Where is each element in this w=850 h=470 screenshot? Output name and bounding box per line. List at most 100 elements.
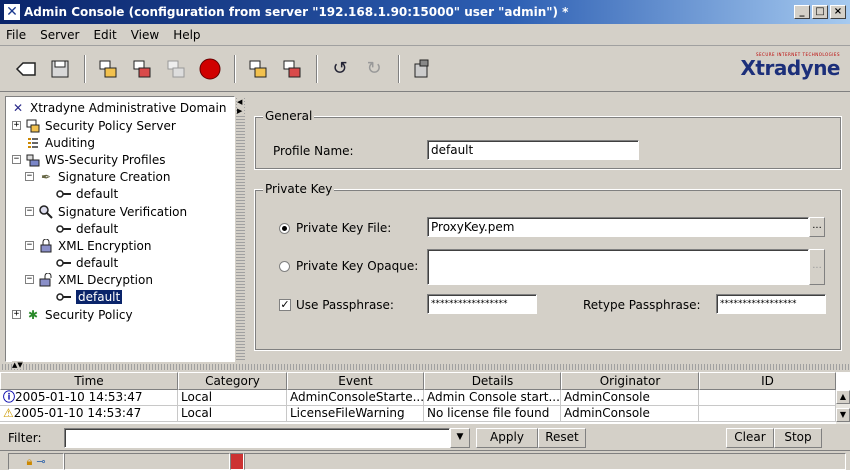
undeploy-icon[interactable] bbox=[280, 57, 304, 81]
cell-event: LicenseFileWarning bbox=[287, 406, 424, 422]
xtradyne-logo: Xtradyne bbox=[740, 56, 841, 80]
column-header-category[interactable]: Category bbox=[178, 372, 287, 390]
menu-help[interactable]: Help bbox=[173, 28, 200, 42]
tree-item-security-policy-server[interactable]: + Security Policy Server bbox=[12, 117, 176, 134]
column-header-id[interactable]: ID bbox=[699, 372, 836, 390]
private-key-file-label: Private Key File: bbox=[296, 221, 392, 235]
column-header-originator[interactable]: Originator bbox=[561, 372, 699, 390]
collapse-icon[interactable]: − bbox=[25, 241, 34, 250]
title-bar: ✕ Admin Console (configuration from serv… bbox=[0, 0, 850, 24]
close-button[interactable]: × bbox=[830, 5, 846, 19]
tree-item-signature-verification[interactable]: − Signature Verification bbox=[25, 203, 187, 220]
cell-id bbox=[699, 406, 836, 422]
menu-file[interactable]: File bbox=[6, 28, 26, 42]
copy-server-icon[interactable] bbox=[130, 57, 154, 81]
cell-category: Local bbox=[178, 390, 287, 406]
collapse-icon[interactable]: − bbox=[25, 275, 34, 284]
collapse-icon[interactable]: − bbox=[12, 155, 21, 164]
disabled-server-icon[interactable] bbox=[164, 57, 188, 81]
tree-item-default[interactable]: default bbox=[56, 185, 118, 202]
config-tree: ✕ Xtradyne Administrative Domain + Secur… bbox=[5, 96, 235, 362]
tree-root[interactable]: ✕ Xtradyne Administrative Domain bbox=[10, 99, 227, 116]
maximize-button[interactable]: □ bbox=[812, 5, 828, 19]
cell-category: Local bbox=[178, 406, 287, 422]
reset-button[interactable]: Reset bbox=[538, 428, 586, 448]
collapse-left-icon[interactable]: ◀ bbox=[237, 98, 244, 106]
tree-item-auditing[interactable]: Auditing bbox=[25, 134, 95, 151]
cell-event: AdminConsoleStarte... bbox=[287, 390, 424, 406]
tree-item-xml-decryption[interactable]: − XML Decryption bbox=[25, 271, 153, 288]
connect-server-icon[interactable] bbox=[96, 57, 120, 81]
browse-opaque-button[interactable]: ... bbox=[809, 249, 825, 285]
profile-editor: General Profile Name: default Private Ke… bbox=[246, 96, 846, 362]
column-header-time[interactable]: Time bbox=[0, 372, 178, 390]
menu-server[interactable]: Server bbox=[40, 28, 79, 42]
browse-file-button[interactable]: ... bbox=[809, 217, 825, 237]
cell-time: ⚠2005-01-10 14:53:47 bbox=[0, 406, 178, 422]
log-scrollbar[interactable]: ▲ ▼ bbox=[836, 390, 850, 424]
tree-item-default[interactable]: default bbox=[56, 220, 118, 237]
collapse-icon[interactable]: − bbox=[25, 207, 34, 216]
column-header-event[interactable]: Event bbox=[287, 372, 424, 390]
redo-icon[interactable]: ↻ bbox=[362, 57, 386, 81]
app-icon: ✕ bbox=[4, 4, 20, 20]
cell-time: ⓘ2005-01-10 14:53:47 bbox=[0, 390, 178, 406]
lock-status-icon: 🔒︎ bbox=[26, 454, 33, 468]
column-header-details[interactable]: Details bbox=[424, 372, 561, 390]
retype-passphrase-label: Retype Passphrase: bbox=[583, 298, 701, 312]
menu-view[interactable]: View bbox=[131, 28, 159, 42]
tool-icon[interactable] bbox=[410, 57, 434, 81]
filter-dropdown-icon[interactable]: ▼ bbox=[450, 428, 470, 448]
toolbar-separator bbox=[316, 54, 318, 83]
expand-icon[interactable]: + bbox=[12, 310, 21, 319]
pen-icon: ✒ bbox=[40, 169, 52, 184]
collapse-icon[interactable]: − bbox=[25, 172, 34, 181]
cell-originator: AdminConsole bbox=[561, 406, 699, 422]
toolbar-separator bbox=[234, 54, 236, 83]
window-title: Admin Console (configuration from server… bbox=[24, 5, 569, 19]
passphrase-field[interactable]: ***************** bbox=[427, 294, 537, 314]
status-server-icon bbox=[230, 453, 244, 470]
expand-icon[interactable]: + bbox=[12, 121, 21, 130]
filter-input[interactable] bbox=[64, 428, 450, 448]
back-icon[interactable] bbox=[14, 57, 38, 81]
tree-item-signature-creation[interactable]: − ✒ Signature Creation bbox=[25, 168, 170, 185]
undo-icon[interactable]: ↺ bbox=[328, 57, 352, 81]
tree-item-ws-security-profiles[interactable]: − WS-Security Profiles bbox=[12, 151, 165, 168]
key-icon bbox=[56, 290, 72, 304]
tree-item-xml-encryption[interactable]: − XML Encryption bbox=[25, 237, 152, 254]
status-connection: 🔒︎ ⊸ bbox=[8, 453, 64, 470]
status-bar: 🔒︎ ⊸ bbox=[0, 450, 850, 470]
tree-item-security-policy[interactable]: + ✱ Security Policy bbox=[12, 306, 133, 323]
scroll-down-icon[interactable]: ▼ bbox=[836, 408, 850, 422]
stop-button[interactable]: Stop bbox=[774, 428, 822, 448]
menu-edit[interactable]: Edit bbox=[93, 28, 116, 42]
profile-name-label: Profile Name: bbox=[273, 144, 354, 158]
private-key-file-radio[interactable] bbox=[279, 223, 290, 234]
general-group-title: General bbox=[263, 109, 315, 123]
tree-item-default-selected[interactable]: default bbox=[56, 288, 123, 305]
vertical-splitter[interactable]: ◀ ▶ bbox=[236, 96, 245, 362]
clear-button[interactable]: Clear bbox=[726, 428, 774, 448]
deploy-icon[interactable] bbox=[246, 57, 270, 81]
use-passphrase-checkbox[interactable]: ✓ bbox=[279, 299, 291, 311]
expand-right-icon[interactable]: ▶ bbox=[237, 107, 244, 115]
apply-button[interactable]: Apply bbox=[476, 428, 538, 448]
private-key-file-field[interactable]: ProxyKey.pem bbox=[427, 217, 809, 237]
plug-status-icon: ⊸ bbox=[36, 455, 46, 468]
minimize-button[interactable]: _ bbox=[794, 5, 810, 19]
private-key-opaque-radio[interactable] bbox=[279, 261, 290, 272]
key-icon bbox=[56, 222, 72, 236]
server-icon bbox=[25, 119, 41, 133]
splitter-arrows-icon[interactable]: ▲▼ bbox=[12, 361, 23, 369]
scroll-up-icon[interactable]: ▲ bbox=[836, 390, 850, 404]
private-key-opaque-label: Private Key Opaque: bbox=[296, 259, 419, 273]
warning-icon: ⚠ bbox=[3, 406, 14, 420]
retype-passphrase-field[interactable]: ***************** bbox=[716, 294, 826, 314]
private-key-opaque-field[interactable] bbox=[427, 249, 809, 285]
profile-name-field[interactable]: default bbox=[427, 140, 639, 160]
stop-icon[interactable] bbox=[198, 57, 222, 81]
save-icon[interactable] bbox=[48, 57, 72, 81]
tree-item-default[interactable]: default bbox=[56, 254, 118, 271]
horizontal-splitter[interactable]: ▲▼ bbox=[0, 361, 850, 370]
